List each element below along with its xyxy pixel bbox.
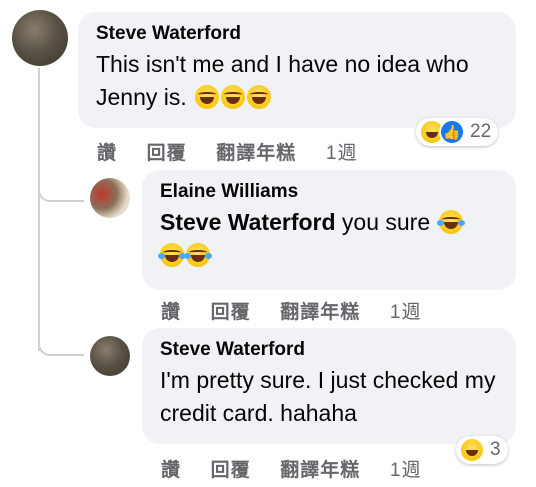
- reply-button[interactable]: 回覆: [211, 301, 251, 323]
- avatar[interactable]: [12, 10, 68, 66]
- thread-connector-curve: [38, 180, 84, 202]
- comment-bubble: Steve Waterford This isn't me and I have…: [78, 12, 516, 128]
- avatar[interactable]: [90, 336, 130, 376]
- like-reaction-icon: 👍: [439, 119, 465, 145]
- rolling-laughing-emoji: [221, 85, 246, 109]
- reaction-summary[interactable]: 3: [456, 436, 508, 464]
- thread-connector-line: [38, 68, 40, 351]
- comment-author[interactable]: Steve Waterford: [160, 338, 502, 362]
- haha-reaction-icon: [459, 437, 485, 463]
- tears-of-joy-emoji: [436, 210, 465, 234]
- comment-thread: Steve Waterford This isn't me and I have…: [0, 0, 536, 487]
- comment-actions: 讚 回覆 翻譯年糕 1週: [161, 297, 444, 324]
- comment-actions: 讚 回覆 翻譯年糕 1週: [97, 138, 380, 165]
- comment-timestamp[interactable]: 1週: [326, 143, 358, 164]
- comment-bubble: Steve Waterford I'm pretty sure. I just …: [142, 328, 516, 444]
- translate-button[interactable]: 翻譯年糕: [280, 301, 360, 323]
- reaction-summary[interactable]: 👍 22: [416, 118, 499, 146]
- avatar[interactable]: [90, 178, 130, 218]
- comment-bubble: Elaine Williams Steve Waterford you sure: [142, 170, 516, 290]
- reaction-count: 3: [490, 439, 501, 460]
- like-button[interactable]: 讚: [161, 459, 181, 481]
- translate-button[interactable]: 翻譯年糕: [280, 459, 360, 481]
- like-button[interactable]: 讚: [161, 301, 181, 323]
- comment-text: I'm pretty sure. I just checked my credi…: [160, 367, 496, 426]
- comment-actions: 讚 回覆 翻譯年糕 1週: [161, 455, 444, 482]
- comment-timestamp[interactable]: 1週: [390, 460, 422, 481]
- comment-author[interactable]: Steve Waterford: [96, 22, 502, 46]
- tears-of-joy-emoji: [158, 243, 186, 267]
- rolling-laughing-emoji: [247, 85, 272, 109]
- thread-connector-curve: [38, 334, 84, 356]
- comment-text: This isn't me and I have no idea who Jen…: [96, 51, 469, 110]
- reply-button[interactable]: 回覆: [211, 459, 251, 481]
- translate-button[interactable]: 翻譯年糕: [216, 142, 296, 164]
- comment-timestamp[interactable]: 1週: [390, 302, 422, 323]
- tears-of-joy-emoji: [184, 243, 212, 267]
- reaction-count: 22: [470, 121, 492, 142]
- mention-link[interactable]: Steve Waterford: [160, 209, 336, 235]
- rolling-laughing-emoji: [195, 85, 220, 109]
- comment-author[interactable]: Elaine Williams: [160, 180, 502, 204]
- comment-text: Steve Waterford you sure: [158, 206, 502, 272]
- like-button[interactable]: 讚: [97, 142, 117, 164]
- reply-button[interactable]: 回覆: [147, 142, 187, 164]
